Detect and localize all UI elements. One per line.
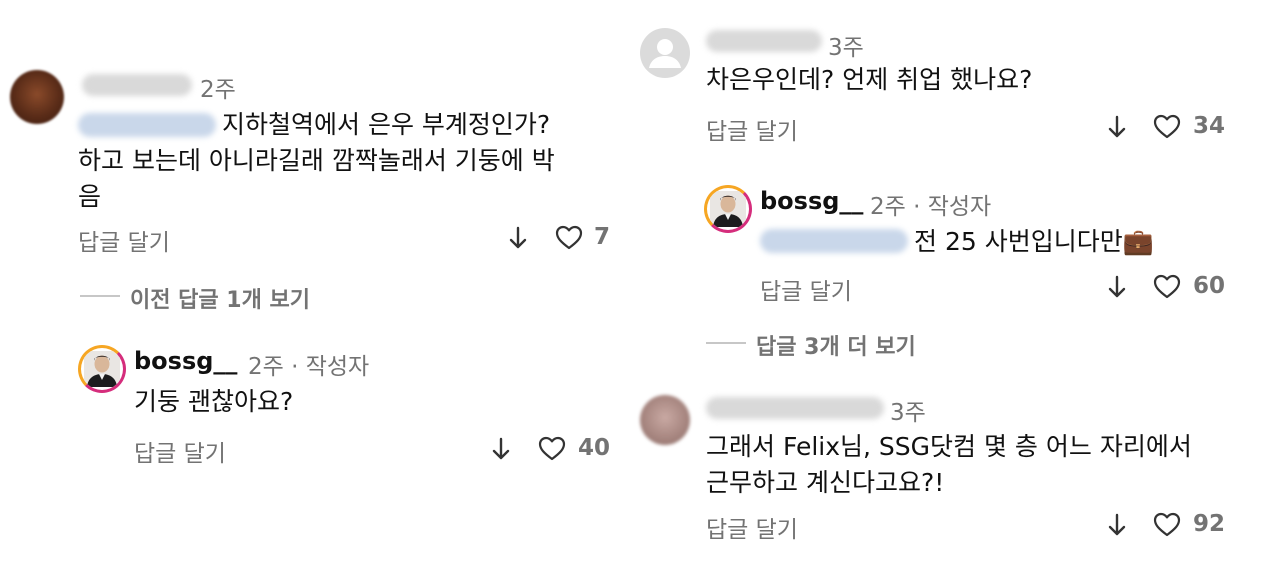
downvote-icon[interactable] [507,225,529,251]
person-photo-icon [84,351,120,387]
person-photo-icon [710,191,746,227]
reply-button[interactable]: 답글 달기 [706,510,798,544]
comment-text-line: 그래서 Felix님, SSG닷컴 몇 층 어느 자리에서 [706,432,1192,461]
heart-icon[interactable] [1153,114,1181,140]
like-count: 40 [578,435,611,461]
author-username[interactable]: bossg__ [134,347,237,375]
briefcase-icon: 💼 [1122,227,1154,256]
author-username[interactable]: bossg__ [760,187,863,215]
username-blurred[interactable] [706,397,884,419]
comment-text-line: 하고 보는데 아니라길래 깜짝놀래서 기둥에 박 [78,146,555,175]
mention-blurred[interactable] [78,113,216,137]
reply-button[interactable]: 답글 달기 [706,112,798,146]
comment-text: 차은우인데? 언제 취업 했나요? [706,65,1033,94]
view-more-replies-button[interactable]: 답글 3개 더 보기 [756,329,916,361]
reply-button[interactable]: 답글 달기 [78,223,170,257]
reply-meta: 2주 · 작성자 [248,354,370,380]
comment-text-line: 지하철역에서 은우 부계정인가? [222,110,551,139]
comment-time: 2주 [200,77,236,103]
downvote-icon[interactable] [1106,114,1128,140]
heart-icon[interactable] [1153,512,1181,538]
comment-text-line: 음 [78,182,102,211]
downvote-icon[interactable] [490,436,512,462]
like-count: 92 [1193,511,1226,537]
username-blurred[interactable] [82,74,192,96]
comment-time: 3주 [890,400,926,426]
like-count: 34 [1193,113,1226,139]
mention-blurred[interactable] [760,229,908,253]
reply-text-content: 전 25 사번입니다만 [914,227,1123,256]
comment-time: 3주 [828,35,864,61]
avatar[interactable] [10,70,64,124]
reply-meta: 2주 · 작성자 [870,194,992,220]
reply-text: 전 25 사번입니다만💼 [914,224,1154,260]
reply-button[interactable]: 답글 달기 [760,272,852,306]
thread-divider [80,295,120,297]
view-previous-replies-button[interactable]: 이전 답글 1개 보기 [130,282,310,314]
reply-button[interactable]: 답글 달기 [134,434,226,468]
comment-text-line: 근무하고 계신다고요?! [706,468,945,497]
like-count: 60 [1193,273,1226,299]
username-blurred[interactable] [706,30,822,52]
avatar[interactable] [640,395,690,445]
thread-divider [706,342,746,344]
reply-text: 기둥 괜찮아요? [134,387,294,416]
heart-icon[interactable] [538,436,566,462]
heart-icon[interactable] [555,225,583,251]
author-avatar[interactable] [704,185,752,233]
downvote-icon[interactable] [1106,274,1128,300]
author-avatar[interactable] [78,345,126,393]
default-avatar-icon[interactable] [640,28,690,78]
like-count: 7 [594,224,611,250]
downvote-icon[interactable] [1106,512,1128,538]
heart-icon[interactable] [1153,274,1181,300]
